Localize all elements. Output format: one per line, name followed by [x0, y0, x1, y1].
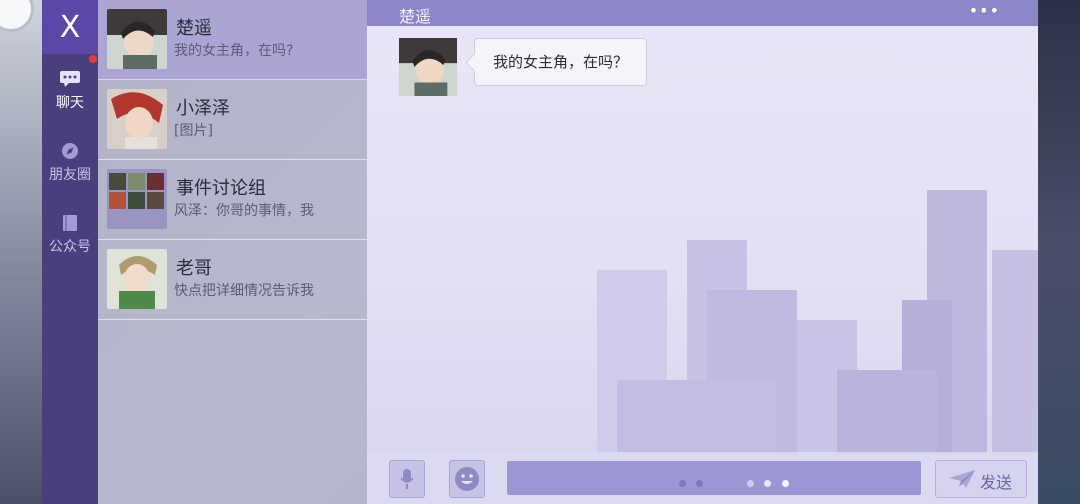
chat-name: 老哥: [176, 258, 212, 279]
smiley-icon: [455, 467, 479, 491]
avatar-laoge: [107, 249, 167, 309]
conversation-pane: 楚遥 ••• 我的女主角，在吗？ 发送: [367, 0, 1038, 504]
nav-item-label: 聊天: [56, 95, 84, 111]
message-bubble: 我的女主角，在吗？: [474, 38, 648, 86]
nav-item-official[interactable]: 公众号: [42, 214, 98, 256]
chat-item-group[interactable]: 事件讨论组 风泽：你哥的事情，我: [98, 160, 367, 240]
avatar-group: [107, 169, 167, 229]
nav-item-moments[interactable]: 朋友圈: [42, 142, 98, 184]
avatar-chuyao: [107, 9, 167, 69]
chat-preview: [图片]: [174, 123, 213, 139]
conversation-header: 楚遥 •••: [367, 0, 1038, 26]
close-icon: X: [59, 9, 81, 45]
avatar-xiaozeze: [107, 89, 167, 149]
conversation-title: 楚遥: [399, 7, 432, 26]
emoji-button[interactable]: [449, 460, 485, 498]
chat-name: 事件讨论组: [176, 178, 266, 199]
nav-item-label: 朋友圈: [49, 167, 91, 183]
message-avatar: [399, 38, 457, 96]
chat-preview: 快点把详细情况告诉我: [174, 283, 314, 299]
chat-item-laoge[interactable]: 老哥 快点把详细情况告诉我: [98, 240, 367, 320]
paper-plane-icon: [949, 470, 975, 488]
typing-indicator: [679, 472, 794, 491]
chat-name: 楚遥: [176, 18, 212, 39]
send-label: 发送: [980, 473, 1013, 492]
book-icon: [63, 215, 77, 231]
chat-icon: [60, 71, 80, 87]
compass-icon: [62, 143, 78, 159]
chat-list: 楚遥 我的女主角，在吗? 小泽泽 [图片] 事件讨论组 风泽：你哥的事情，我 老…: [98, 0, 367, 504]
background-right: [1038, 0, 1080, 504]
chat-item-xiaozeze[interactable]: 小泽泽 [图片]: [98, 80, 367, 160]
unread-dot: [89, 55, 97, 63]
nav-item-chat[interactable]: 聊天: [42, 70, 98, 112]
microphone-icon: [400, 469, 414, 489]
close-button[interactable]: X: [42, 0, 98, 54]
side-nav: X 聊天 朋友圈 公众号: [42, 0, 98, 504]
chat-name: 小泽泽: [176, 98, 230, 119]
background-left: [0, 0, 42, 504]
voice-button[interactable]: [389, 460, 425, 498]
chat-item-chuyao[interactable]: 楚遥 我的女主角，在吗?: [98, 0, 367, 80]
more-icon[interactable]: •••: [969, 1, 1000, 20]
chat-preview: 风泽：你哥的事情，我: [174, 203, 314, 219]
nav-item-label: 公众号: [49, 239, 91, 255]
chat-preview: 我的女主角，在吗?: [174, 43, 294, 59]
city-skyline-illustration: [597, 190, 1038, 454]
message-input[interactable]: [507, 461, 921, 495]
send-button[interactable]: 发送: [935, 460, 1027, 498]
composer-bar: 发送: [367, 452, 1038, 504]
